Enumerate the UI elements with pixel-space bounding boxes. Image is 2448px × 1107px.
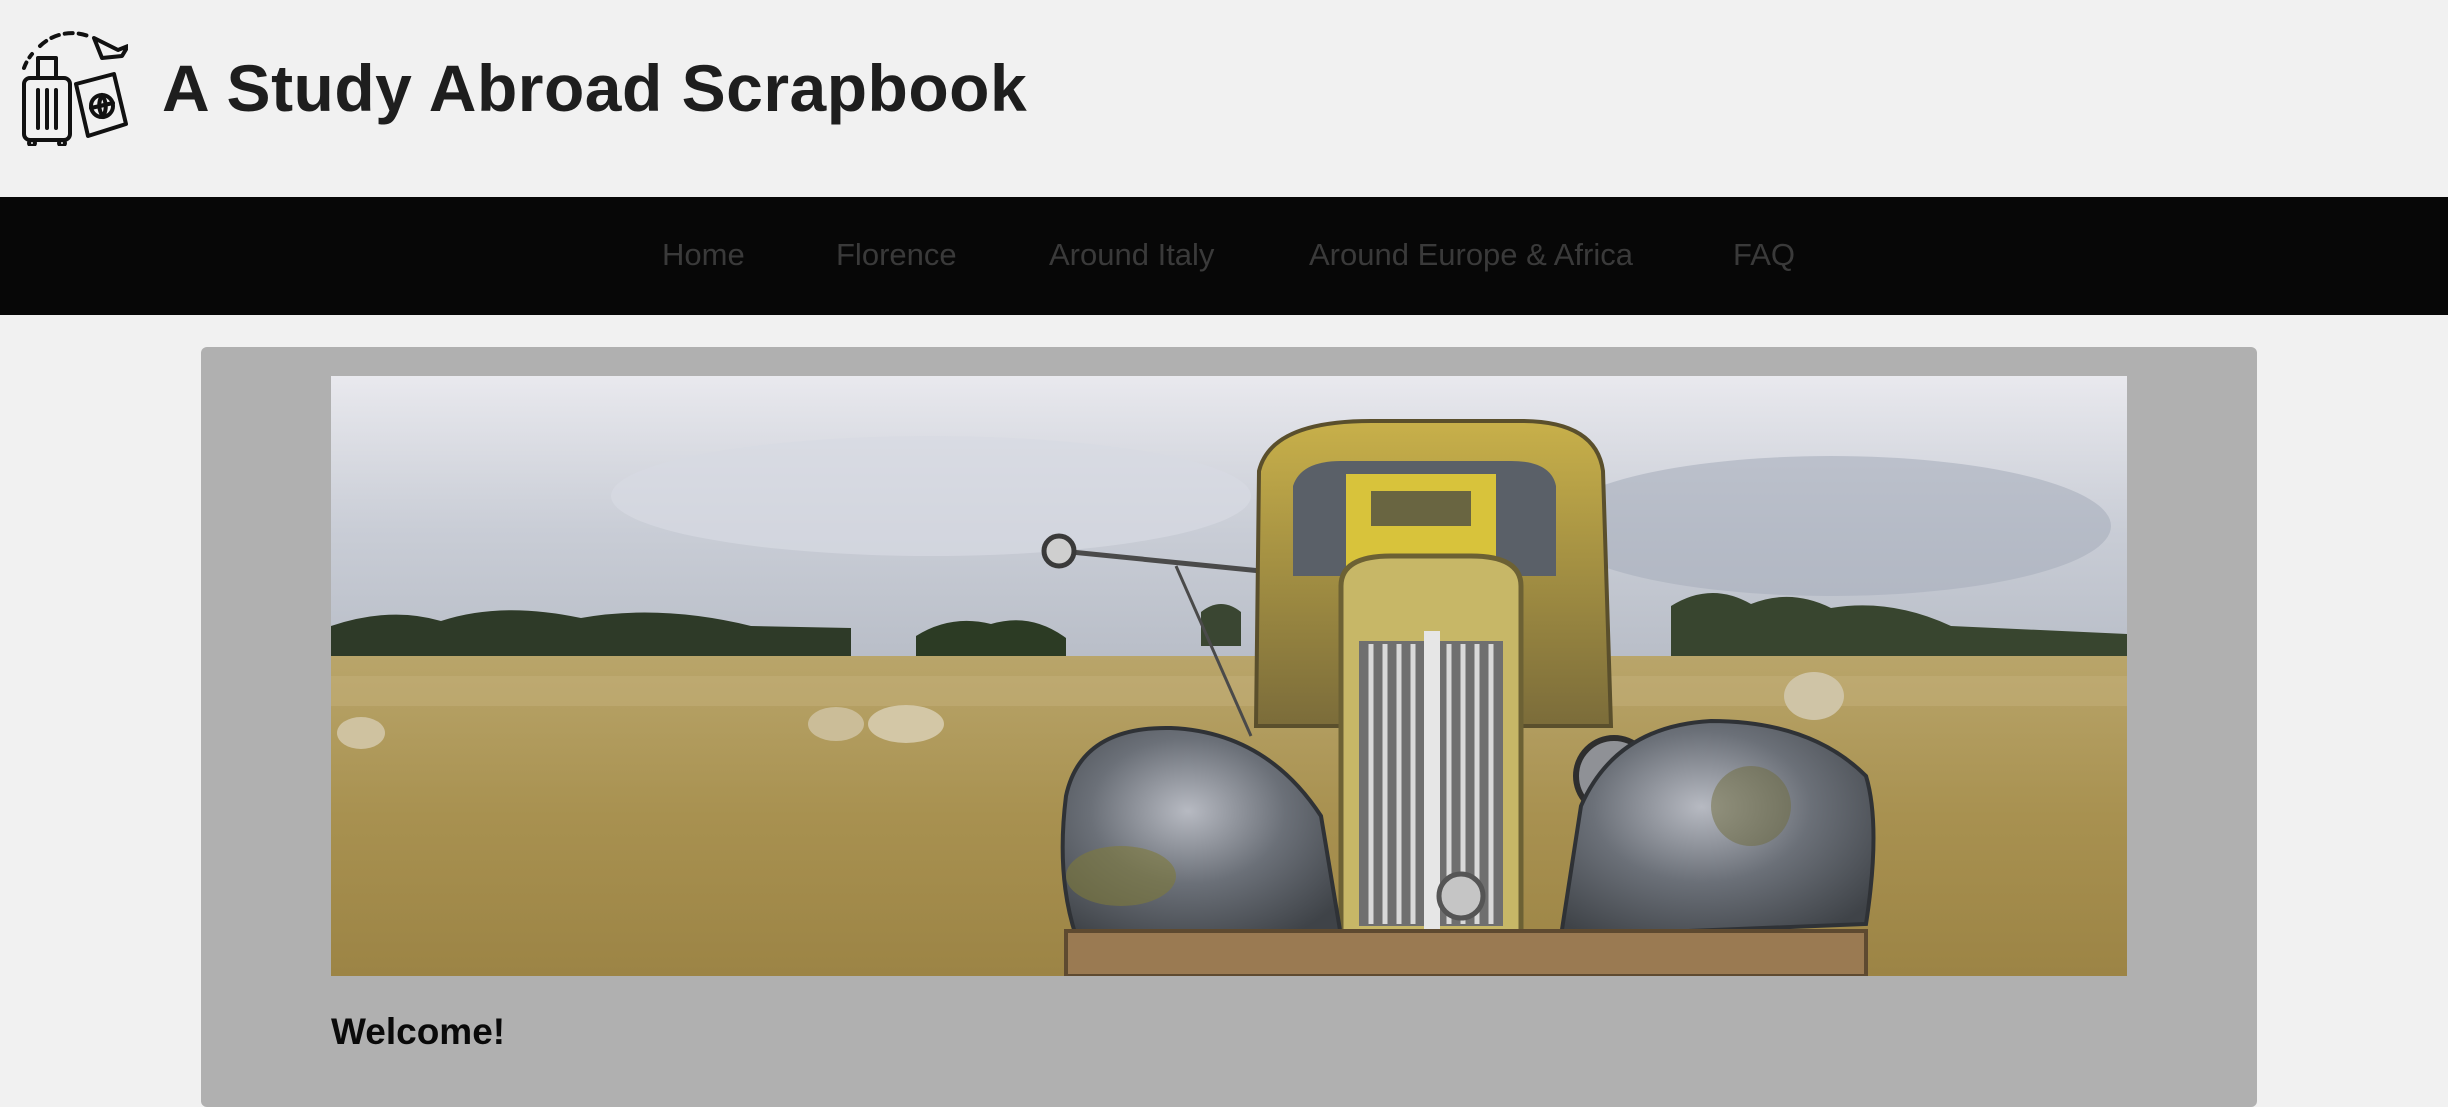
main-navbar: Home Florence Around Italy Around Europe… — [0, 197, 2448, 315]
nav-item-home[interactable]: Home — [662, 237, 745, 273]
nav-item-around-italy[interactable]: Around Italy — [1049, 237, 1214, 273]
nav-item-around-europe-africa[interactable]: Around Europe & Africa — [1309, 237, 1633, 273]
welcome-heading: Welcome! — [331, 1011, 506, 1052]
nav-item-faq[interactable]: FAQ — [1733, 237, 1795, 273]
hero-image — [331, 376, 2127, 976]
nav-list: Home Florence Around Italy Around Europe… — [0, 197, 2448, 315]
nav-item-florence[interactable]: Florence — [836, 237, 957, 273]
site-title: A Study Abroad Scrapbook — [162, 51, 1028, 125]
luggage-passport-icon[interactable] — [10, 28, 128, 146]
site-header: A Study Abroad Scrapbook — [0, 0, 2448, 196]
